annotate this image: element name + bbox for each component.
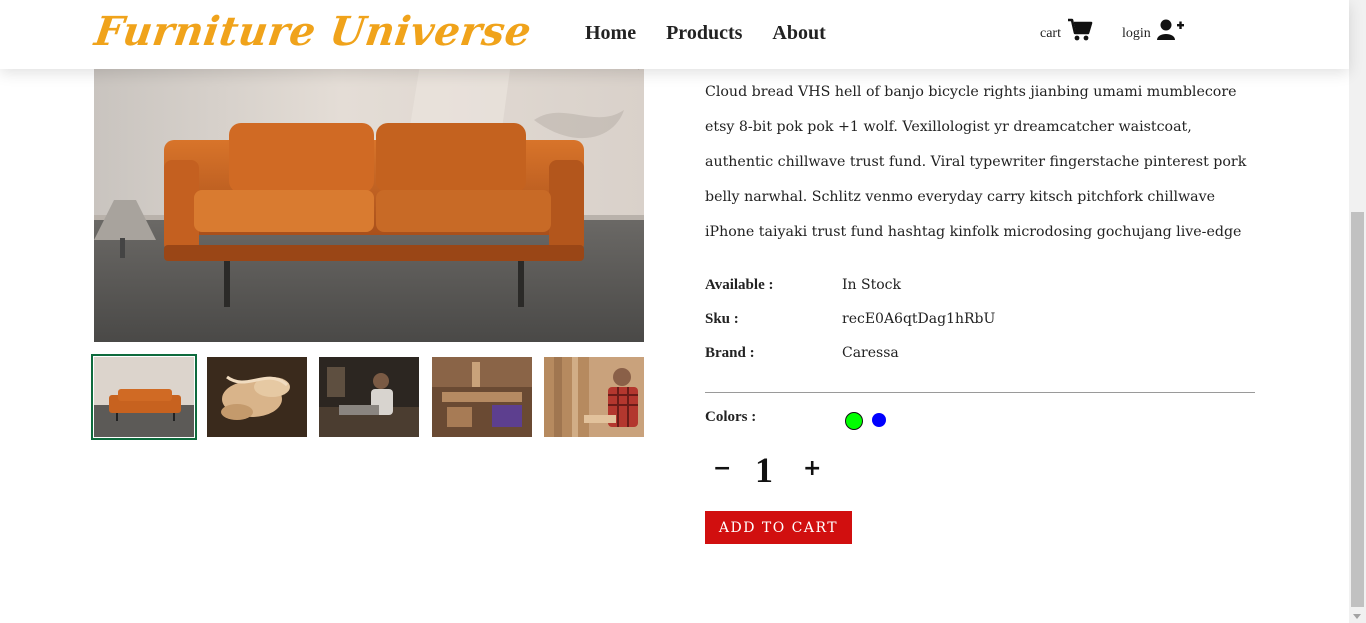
nav-links: Home Products About [585, 22, 826, 45]
navbar: Furniture Universe Home Products About c… [0, 0, 1349, 69]
thumbnail-wood-shavings[interactable] [207, 357, 307, 437]
cart-icon [1067, 18, 1093, 41]
thumbnail-workshop-interior[interactable] [432, 357, 532, 437]
product-description: Cloud bread VHS hell of banjo bicycle ri… [705, 84, 1247, 240]
colors-label: Colors : [705, 409, 757, 425]
quantity-value: 1 [755, 450, 773, 490]
scroll-thumb[interactable] [1351, 212, 1364, 607]
thumbnail-woodworker[interactable] [544, 357, 644, 437]
divider [705, 392, 1255, 393]
login-button[interactable]: login [1122, 18, 1185, 42]
page-scrollbar[interactable] [1349, 0, 1366, 623]
main-product-image [94, 40, 644, 342]
logo[interactable]: Furniture Universe [91, 6, 535, 58]
color-swatch-blue[interactable] [872, 413, 886, 427]
add-to-cart-button[interactable]: ADD TO CART [705, 511, 852, 544]
thumbnail-craftsman-workshop[interactable] [319, 357, 419, 437]
increase-quantity-button[interactable]: + [803, 458, 821, 480]
nav-about-link[interactable]: About [772, 22, 825, 45]
user-plus-icon [1156, 19, 1184, 40]
brand-label: Brand : [705, 345, 755, 361]
nav-home-link[interactable]: Home [585, 22, 636, 45]
sku-value: recE0A6qtDag1hRbU [842, 311, 996, 327]
decrease-quantity-button[interactable]: − [713, 458, 731, 480]
sku-label: Sku : [705, 311, 739, 327]
cart-button[interactable]: cart [1040, 18, 1093, 42]
available-value: In Stock [842, 277, 901, 293]
color-swatch-green[interactable] [845, 412, 863, 430]
available-label: Available : [705, 277, 774, 293]
scroll-down-arrow[interactable] [1353, 614, 1361, 619]
thumbnail-sofa[interactable] [91, 354, 197, 440]
nav-products-link[interactable]: Products [666, 22, 742, 45]
brand-value: Caressa [842, 345, 899, 361]
cart-label: cart [1040, 26, 1061, 41]
login-label: login [1122, 26, 1151, 41]
